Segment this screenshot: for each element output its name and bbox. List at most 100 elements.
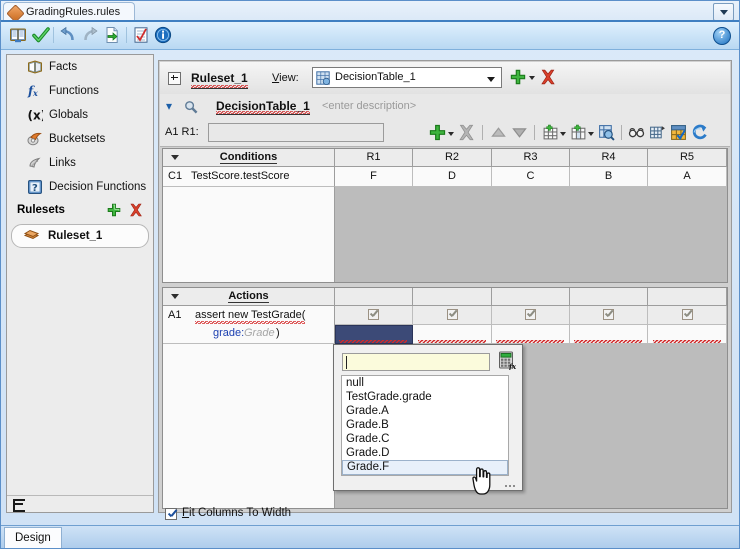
add-row-icon[interactable] (429, 124, 446, 141)
condition-row-c1-header[interactable]: C1 TestScore.testScore (163, 167, 335, 187)
condition-cell-c1-r5[interactable]: A (648, 167, 727, 187)
refresh-icon[interactable] (691, 124, 708, 141)
condition-cell-c1-r1[interactable]: F (335, 167, 413, 187)
insert-row-menu-icon[interactable] (542, 124, 559, 141)
document-tab-gradingrules[interactable]: GradingRules.rules (3, 2, 136, 23)
document-tab-label: GradingRules.rules (26, 6, 121, 18)
info-icon[interactable] (154, 26, 172, 44)
action-value-squiggle-r2 (418, 340, 486, 343)
functions-fx-icon: f x (27, 83, 43, 99)
redo-icon (81, 26, 99, 44)
rule-column-header-r4[interactable]: R4 (570, 149, 648, 167)
sidebar-item-label-functions: Functions (49, 85, 99, 97)
rule-column-header-r1[interactable]: R1 (335, 149, 413, 167)
list-item-grade-a[interactable]: Grade.A (342, 404, 508, 418)
help-button[interactable]: ? (713, 27, 731, 45)
actions-column-header-4[interactable] (570, 288, 648, 306)
compact-icon[interactable] (649, 124, 666, 141)
decision-table-description[interactable]: <enter description> (322, 100, 416, 112)
sidebar-item-decision-functions[interactable]: ? Decision Functions (7, 175, 153, 199)
insert-column-menu-icon[interactable] (570, 124, 587, 141)
cell-value-input[interactable] (208, 123, 384, 142)
rule-column-header-r3[interactable]: R3 (492, 149, 570, 167)
green-plus-icon[interactable] (107, 203, 121, 217)
rule-column-header-r5[interactable]: R5 (648, 149, 727, 167)
list-item-testgrade-grade[interactable]: TestGrade.grade (342, 390, 508, 404)
resize-grip-icon[interactable] (505, 482, 517, 487)
editor-tabstrip: GradingRules.rules (0, 0, 740, 23)
navigator-footer (7, 495, 153, 512)
condition-cell-c1-r3[interactable]: C (492, 167, 570, 187)
double-chevron-down-icon[interactable]: ▾ (166, 100, 178, 113)
insert-column-dropdown-arrow[interactable] (588, 132, 594, 136)
fit-columns-row: Fit Columns To Width (158, 505, 732, 525)
sidebar-item-functions[interactable]: f x Functions (7, 79, 153, 103)
actions-column-header-3[interactable] (492, 288, 570, 306)
sidebar-item-globals[interactable]: (x) Globals (7, 103, 153, 127)
merge-icon[interactable] (670, 124, 687, 141)
dictionary-icon[interactable] (9, 26, 27, 44)
validate-check-icon[interactable] (32, 26, 50, 44)
checklist-icon[interactable] (132, 26, 150, 44)
add-view-button[interactable] (510, 69, 526, 85)
ruleset-1-label: Ruleset_1 (48, 230, 103, 242)
view-combobox[interactable]: DecisionTable_1 (312, 67, 502, 88)
action-checkbox-r4[interactable] (603, 309, 614, 320)
action-checkbox-r1[interactable] (368, 309, 379, 320)
action-row-a1-header[interactable]: A1 assert new TestGrade( grade: Grade ) (163, 306, 335, 344)
list-item-grade-b[interactable]: Grade.B (342, 418, 508, 432)
expression-builder-icon[interactable]: fx (498, 351, 517, 371)
facts-book-icon (27, 59, 43, 75)
action-checkbox-cell-r3[interactable] (492, 306, 570, 325)
toolbar-separator-2 (126, 27, 127, 43)
insert-row-dropdown-arrow[interactable] (560, 132, 566, 136)
sidebar-item-ruleset-1[interactable]: Ruleset_1 (11, 224, 149, 248)
conditions-title-header: Conditions (163, 149, 335, 167)
value-options-list[interactable]: null TestGrade.grade Grade.A Grade.B Gra… (341, 375, 509, 476)
rule-column-header-r2[interactable]: R2 (413, 149, 492, 167)
condition-cell-c1-r4[interactable]: B (570, 167, 648, 187)
split-icon[interactable] (628, 124, 645, 141)
condition-row-id: C1 (168, 170, 183, 182)
sidebar-item-bucketsets[interactable]: Bucketsets (7, 127, 153, 151)
actions-column-header-2[interactable] (413, 288, 492, 306)
action-value-squiggle-r1 (339, 340, 407, 343)
actions-column-header-1[interactable] (335, 288, 413, 306)
action-param-close: ) (276, 327, 280, 339)
add-view-dropdown-arrow[interactable] (529, 76, 535, 80)
action-checkbox-r2[interactable] (447, 309, 458, 320)
action-value-squiggle-r4 (574, 340, 642, 343)
delete-row-icon (458, 124, 475, 141)
value-filter-input[interactable] (342, 353, 490, 371)
caret-down-icon[interactable] (171, 155, 179, 160)
action-checkbox-cell-r4[interactable] (570, 306, 648, 325)
fit-columns-checkbox[interactable] (165, 508, 177, 520)
add-row-dropdown-arrow[interactable] (448, 132, 454, 136)
red-x-icon[interactable] (129, 203, 143, 217)
toolbar-separator (53, 27, 54, 43)
actions-title-label: Actions (228, 290, 269, 303)
collapse-pane-icon[interactable] (13, 499, 25, 512)
actions-column-header-5[interactable] (648, 288, 727, 306)
list-item-grade-d[interactable]: Grade.D (342, 446, 508, 460)
caret-down-icon-actions[interactable] (171, 294, 179, 299)
action-checkbox-cell-r2[interactable] (413, 306, 492, 325)
list-item-null[interactable]: null (342, 376, 508, 390)
export-icon[interactable] (103, 26, 121, 44)
tab-design[interactable]: Design (4, 527, 62, 548)
action-checkbox-cell-r1[interactable] (335, 306, 413, 325)
plus-box-icon[interactable] (168, 72, 181, 85)
sidebar-item-links[interactable]: Links (7, 151, 153, 175)
action-checkbox-r5[interactable] (682, 309, 693, 320)
undo-icon[interactable] (59, 26, 77, 44)
conditions-pane: Conditions R1 R2 R3 R4 R5 C1 TestScore.t… (162, 148, 728, 283)
action-checkbox-cell-r5[interactable] (648, 306, 727, 325)
condition-cell-c1-r2[interactable]: D (413, 167, 492, 187)
sidebar-item-facts[interactable]: Facts (7, 55, 153, 79)
list-item-grade-c[interactable]: Grade.C (342, 432, 508, 446)
action-checkbox-r3[interactable] (525, 309, 536, 320)
delete-view-button[interactable] (540, 69, 556, 85)
magnifier-icon[interactable] (184, 100, 198, 114)
find-gaps-icon[interactable] (598, 124, 615, 141)
tab-list-menu-button[interactable] (713, 3, 734, 21)
